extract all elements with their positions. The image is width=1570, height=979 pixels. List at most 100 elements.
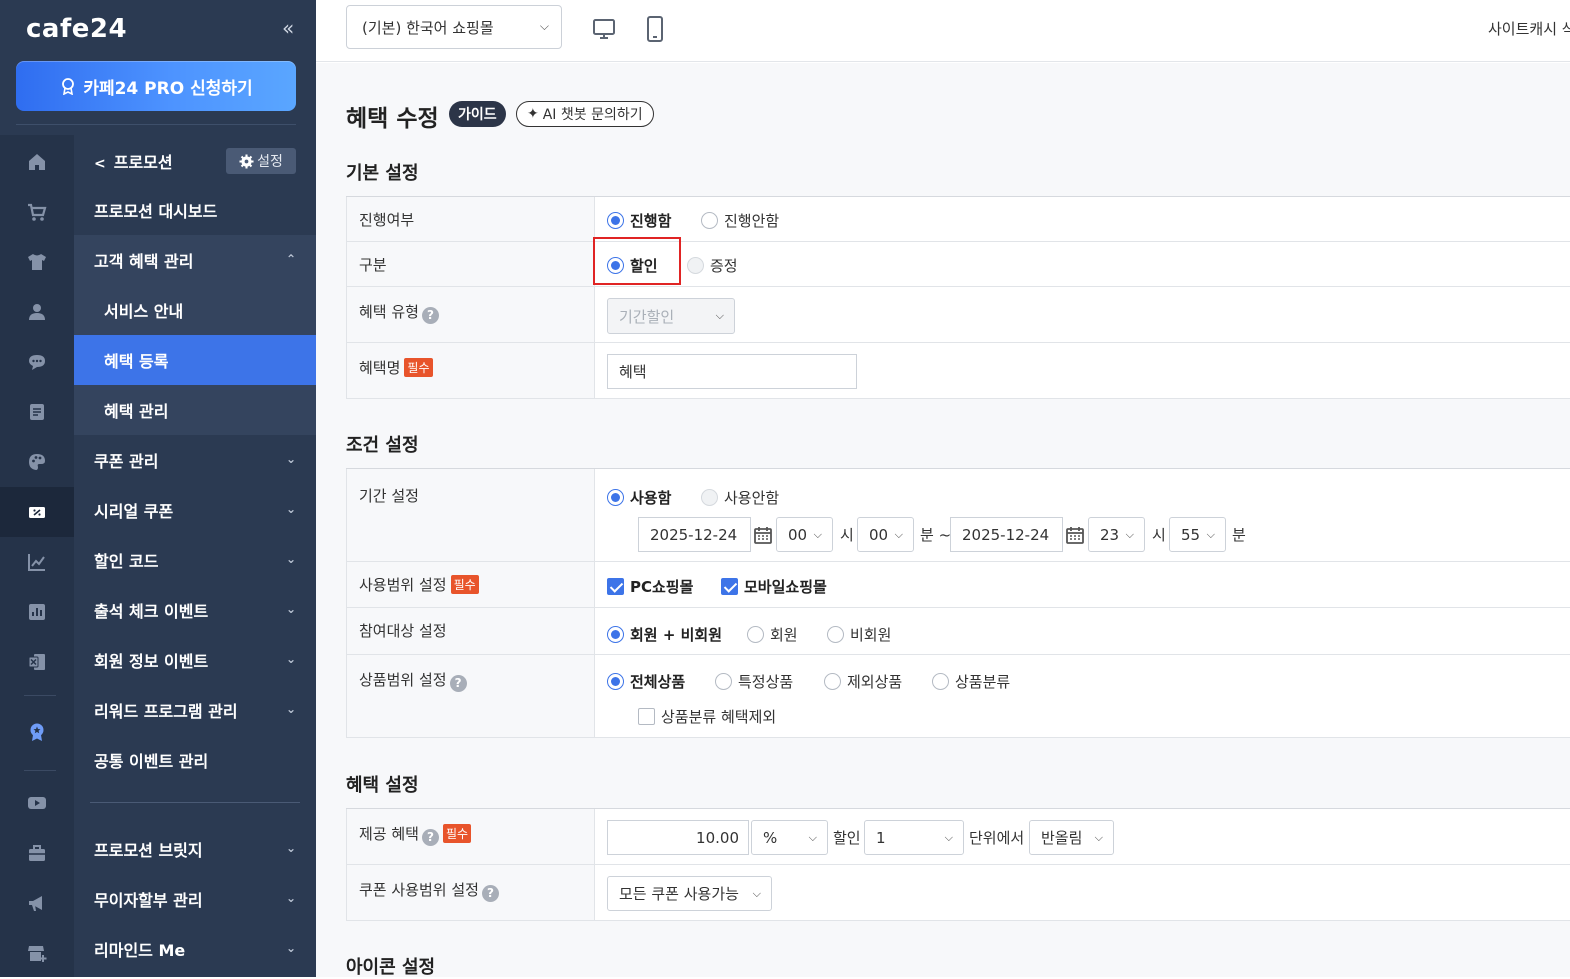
- hour-unit: 시: [840, 526, 854, 544]
- start-hour-select[interactable]: 00 ⌵: [776, 517, 833, 552]
- gear-icon: [239, 153, 254, 169]
- radio-indicator: [607, 257, 624, 274]
- menu-settings-button[interactable]: 설정: [226, 148, 296, 174]
- product-specific-radio[interactable]: 특정상품: [715, 671, 793, 692]
- ai-chatbot-button[interactable]: ✦ AI 챗봇 문의하기: [516, 101, 654, 127]
- benefit-name-input[interactable]: 혜택: [607, 354, 857, 389]
- badge-icon[interactable]: [0, 707, 74, 757]
- chevron-down-icon: ⌄: [285, 552, 296, 566]
- round-mode-select[interactable]: 반올림 ⌵: [1029, 820, 1114, 855]
- back-label: 프로모션: [113, 153, 173, 172]
- menu-item-benefit-register[interactable]: 혜택 등록: [74, 335, 316, 385]
- calendar-icon[interactable]: [1064, 524, 1086, 546]
- benefit-settings-form: 제공 혜택? 필수 10.00 % ⌵ 할인 1 ⌵ 단위에서 반올림 ⌵ 쿠폰 사용범…: [346, 808, 1570, 921]
- home-icon[interactable]: [0, 137, 74, 187]
- target-guest-radio[interactable]: 비회원: [827, 624, 891, 645]
- menu-item-customer-benefit[interactable]: 고객 혜택 관리 ⌃: [74, 235, 316, 285]
- shop-select-value: (기본) 한국어 쇼핑몰: [362, 18, 494, 37]
- help-icon[interactable]: ?: [421, 306, 439, 324]
- menu-item-common-event[interactable]: 공통 이벤트 관리: [74, 735, 316, 785]
- coupon-scope-select[interactable]: 모든 쿠폰 사용가능 ⌵: [607, 876, 772, 911]
- collapse-sidebar-button[interactable]: «: [282, 16, 294, 40]
- megaphone-icon[interactable]: [0, 878, 74, 928]
- unit-select[interactable]: % ⌵: [751, 820, 828, 855]
- offer-value: 10.00 % ⌵ 할인 1 ⌵ 단위에서 반올림 ⌵: [607, 809, 1570, 864]
- menu-item-coupon[interactable]: 쿠폰 관리 ⌄: [74, 435, 316, 485]
- menu-item-label: 프로모션 브릿지: [94, 841, 203, 860]
- chevron-down-icon: ⌵: [808, 831, 817, 844]
- menu-item-reward-program[interactable]: 리워드 프로그램 관리 ⌄: [74, 685, 316, 735]
- settings-label: 설정: [257, 154, 283, 170]
- add-store-icon[interactable]: [0, 928, 74, 977]
- chevron-down-icon: ⌵: [1125, 528, 1134, 541]
- condition-settings-title: 조건 설정: [346, 435, 419, 456]
- radio-label: 회원 + 비회원: [630, 626, 723, 644]
- select-value: 00: [869, 525, 889, 544]
- help-icon[interactable]: ?: [481, 884, 499, 902]
- desktop-icon[interactable]: [590, 13, 618, 45]
- menu-item-label: 쿠폰 관리: [94, 452, 159, 471]
- checkbox-indicator: [607, 578, 624, 595]
- site-cache-delete[interactable]: 사이트캐시 삭: [1488, 18, 1570, 39]
- menu-item-remind-me[interactable]: 리마인드 Me ⌄: [74, 924, 316, 974]
- offer-label: 제공 혜택? 필수: [347, 809, 595, 864]
- user-icon[interactable]: [0, 287, 74, 337]
- rail-divider: [24, 695, 56, 696]
- chat-icon[interactable]: [0, 337, 74, 387]
- pro-apply-button[interactable]: 카페24 PRO 신청하기: [16, 61, 296, 111]
- sparkle-icon: ✦: [527, 106, 539, 122]
- calendar-icon[interactable]: [752, 524, 774, 546]
- document-icon[interactable]: [0, 387, 74, 437]
- amount-input[interactable]: 10.00: [607, 820, 749, 855]
- cafe24-logo[interactable]: cafe24: [26, 14, 127, 44]
- target-member-radio[interactable]: 회원: [747, 624, 798, 645]
- scope-mobile-checkbox[interactable]: 모바일쇼핑몰: [721, 576, 827, 597]
- menu-item-service-guide[interactable]: 서비스 안내: [74, 285, 316, 335]
- chart-line-icon[interactable]: [0, 537, 74, 587]
- start-date-input[interactable]: 2025-12-24: [638, 517, 751, 552]
- period-nouse-radio[interactable]: 사용안함: [701, 487, 779, 508]
- palette-icon[interactable]: [0, 437, 74, 487]
- end-hour-select[interactable]: 23 ⌵: [1088, 517, 1145, 552]
- progress-on-radio[interactable]: 진행함: [607, 210, 671, 231]
- end-min-select[interactable]: 55 ⌵: [1169, 517, 1226, 552]
- type-discount-radio[interactable]: 할인: [607, 255, 658, 276]
- menu-item-discount-code[interactable]: 할인 코드 ⌄: [74, 535, 316, 585]
- progress-off-radio[interactable]: 진행안함: [701, 210, 779, 231]
- target-all-radio[interactable]: 회원 + 비회원: [607, 624, 722, 645]
- exclude-category-checkbox[interactable]: 상품분류 혜택제외: [638, 706, 776, 727]
- help-icon[interactable]: ?: [421, 828, 439, 846]
- product-exclude-radio[interactable]: 제외상품: [824, 671, 902, 692]
- shop-select[interactable]: (기본) 한국어 쇼핑몰 ⌵: [346, 5, 562, 49]
- round-unit-select[interactable]: 1 ⌵: [864, 820, 964, 855]
- scope-pc-checkbox[interactable]: PC쇼핑몰: [607, 576, 693, 597]
- period-use-radio[interactable]: 사용함: [607, 487, 671, 508]
- select-value: 00: [788, 525, 808, 544]
- type-gift-radio[interactable]: 증정: [687, 255, 738, 276]
- sidebar: cafe24 « 카페24 PRO 신청하기 < 프로모션 설정 프로모션 대시…: [0, 0, 316, 977]
- video-icon[interactable]: [0, 778, 74, 828]
- excel-icon[interactable]: [0, 637, 74, 687]
- coupon-icon[interactable]: [0, 487, 74, 537]
- shirt-icon[interactable]: [0, 237, 74, 287]
- menu-item-member-info-event[interactable]: 회원 정보 이벤트 ⌄: [74, 635, 316, 685]
- basic-settings-title: 기본 설정: [346, 163, 419, 184]
- guide-button[interactable]: 가이드: [449, 101, 506, 127]
- benefit-type-select[interactable]: 기간할인 ⌵: [607, 298, 735, 334]
- menu-item-interest-free[interactable]: 무이자할부 관리 ⌄: [74, 874, 316, 924]
- start-min-select[interactable]: 00 ⌵: [857, 517, 914, 552]
- toolbox-icon[interactable]: [0, 828, 74, 878]
- menu-item-attendance-event[interactable]: 출석 체크 이벤트 ⌄: [74, 585, 316, 635]
- mobile-icon[interactable]: [641, 13, 669, 45]
- menu-item-promotion-dashboard[interactable]: 프로모션 대시보드: [74, 185, 316, 235]
- end-date-input[interactable]: 2025-12-24: [950, 517, 1063, 552]
- menu-item-promotion-bridge[interactable]: 프로모션 브릿지 ⌄: [74, 824, 316, 874]
- chart-bar-icon[interactable]: [0, 587, 74, 637]
- menu-item-benefit-manage[interactable]: 혜택 관리: [74, 385, 316, 435]
- back-to-promotion[interactable]: < 프로모션: [94, 149, 173, 173]
- product-all-radio[interactable]: 전체상품: [607, 671, 685, 692]
- cart-icon[interactable]: [0, 187, 74, 237]
- menu-item-serial-coupon[interactable]: 시리얼 쿠폰 ⌄: [74, 485, 316, 535]
- product-category-radio[interactable]: 상품분류: [932, 671, 1010, 692]
- help-icon[interactable]: ?: [449, 674, 467, 692]
